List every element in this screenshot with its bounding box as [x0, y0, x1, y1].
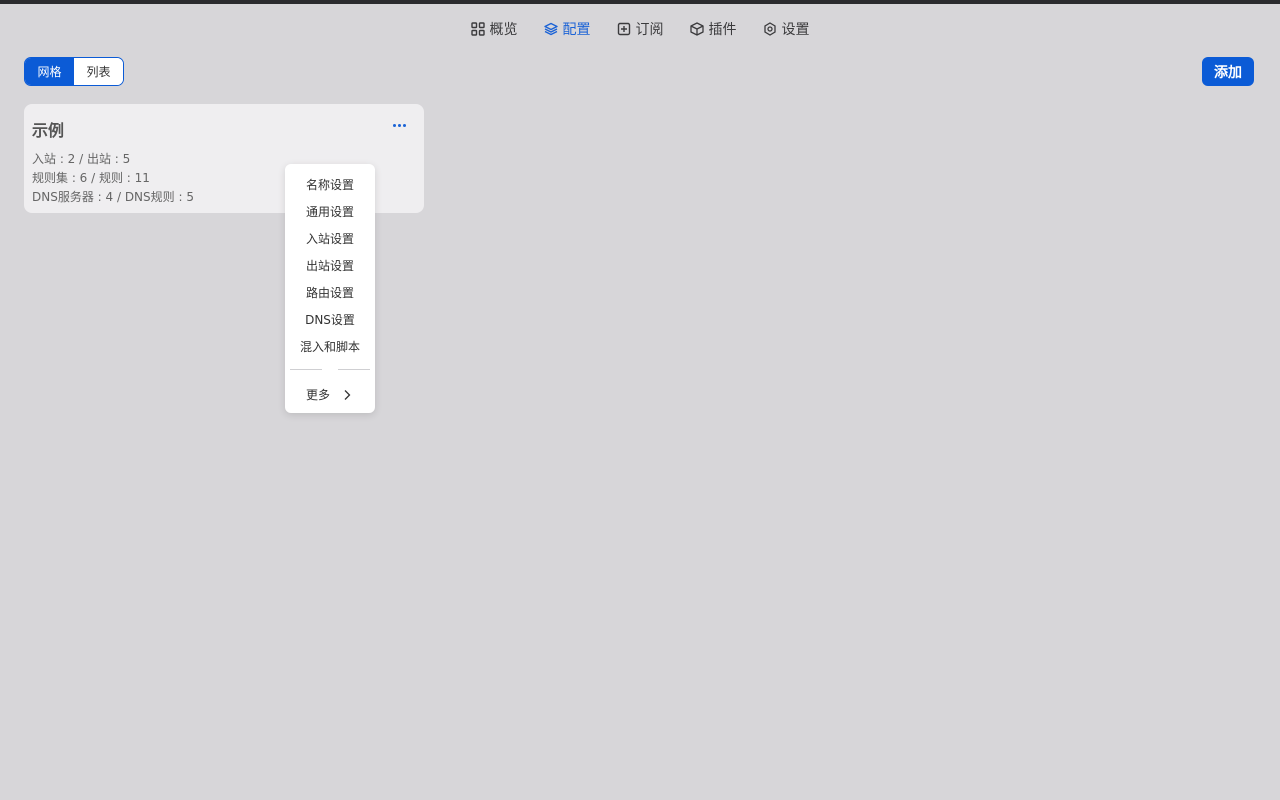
profile-card-stats: 入站 : 2 / 出站 : 5 规则集 : 6 / 规则 : 11 DNS服务器… [32, 150, 194, 207]
nav-profiles-label: 配置 [562, 22, 591, 38]
add-profile-button[interactable]: 添加 [1202, 57, 1254, 86]
menu-more-label: 更多 [306, 388, 331, 402]
box-icon [689, 22, 704, 36]
menu-item-outbound-settings[interactable]: 出站设置 [285, 257, 375, 274]
menu-item-name-settings[interactable]: 名称设置 [285, 176, 375, 193]
grid-icon [470, 22, 485, 36]
menu-item-dns-settings[interactable]: DNS设置 [285, 311, 375, 328]
profile-card-title: 示例 [32, 121, 65, 140]
nav-subscriptions[interactable]: 订阅 [617, 16, 664, 42]
profile-stat-rules: 规则集 : 6 / 规则 : 11 [32, 171, 150, 185]
view-grid-button[interactable]: 网格 [25, 58, 74, 85]
menu-item-mixin-script[interactable]: 混入和脚本 [285, 338, 375, 355]
menu-item-general-settings[interactable]: 通用设置 [285, 203, 375, 220]
profile-stat-dns: DNS服务器 : 4 / DNS规则 : 5 [32, 190, 194, 204]
settings-icon [763, 22, 776, 36]
menu-item-route-settings[interactable]: 路由设置 [285, 284, 375, 301]
profile-context-menu: 名称设置 通用设置 入站设置 出站设置 路由设置 DNS设置 混入和脚本 更多 [285, 164, 375, 413]
menu-item-inbound-settings[interactable]: 入站设置 [285, 230, 375, 247]
nav-settings[interactable]: 设置 [763, 16, 810, 42]
nav-plugins-label: 插件 [708, 22, 737, 38]
nav-overview[interactable]: 概览 [470, 16, 518, 42]
nav-plugins[interactable]: 插件 [689, 16, 737, 42]
nav-subscriptions-label: 订阅 [635, 22, 664, 38]
profile-stat-inbound-outbound: 入站 : 2 / 出站 : 5 [32, 152, 131, 166]
view-list-button[interactable]: 列表 [74, 58, 123, 85]
top-navigation: 概览 配置 订阅 插件 设置 [0, 16, 1280, 42]
menu-divider [290, 369, 322, 370]
layers-icon [543, 22, 558, 36]
view-mode-toggle: 网格 列表 [24, 57, 124, 86]
nav-overview-label: 概览 [489, 22, 518, 38]
subscribe-icon [617, 22, 630, 36]
chevron-right-icon [344, 389, 351, 400]
window-top-strip [0, 0, 1280, 4]
nav-profiles[interactable]: 配置 [543, 16, 591, 42]
menu-item-more[interactable]: 更多 [306, 386, 352, 403]
more-options-icon[interactable] [390, 118, 408, 132]
menu-divider [338, 369, 370, 370]
nav-settings-label: 设置 [781, 22, 810, 38]
